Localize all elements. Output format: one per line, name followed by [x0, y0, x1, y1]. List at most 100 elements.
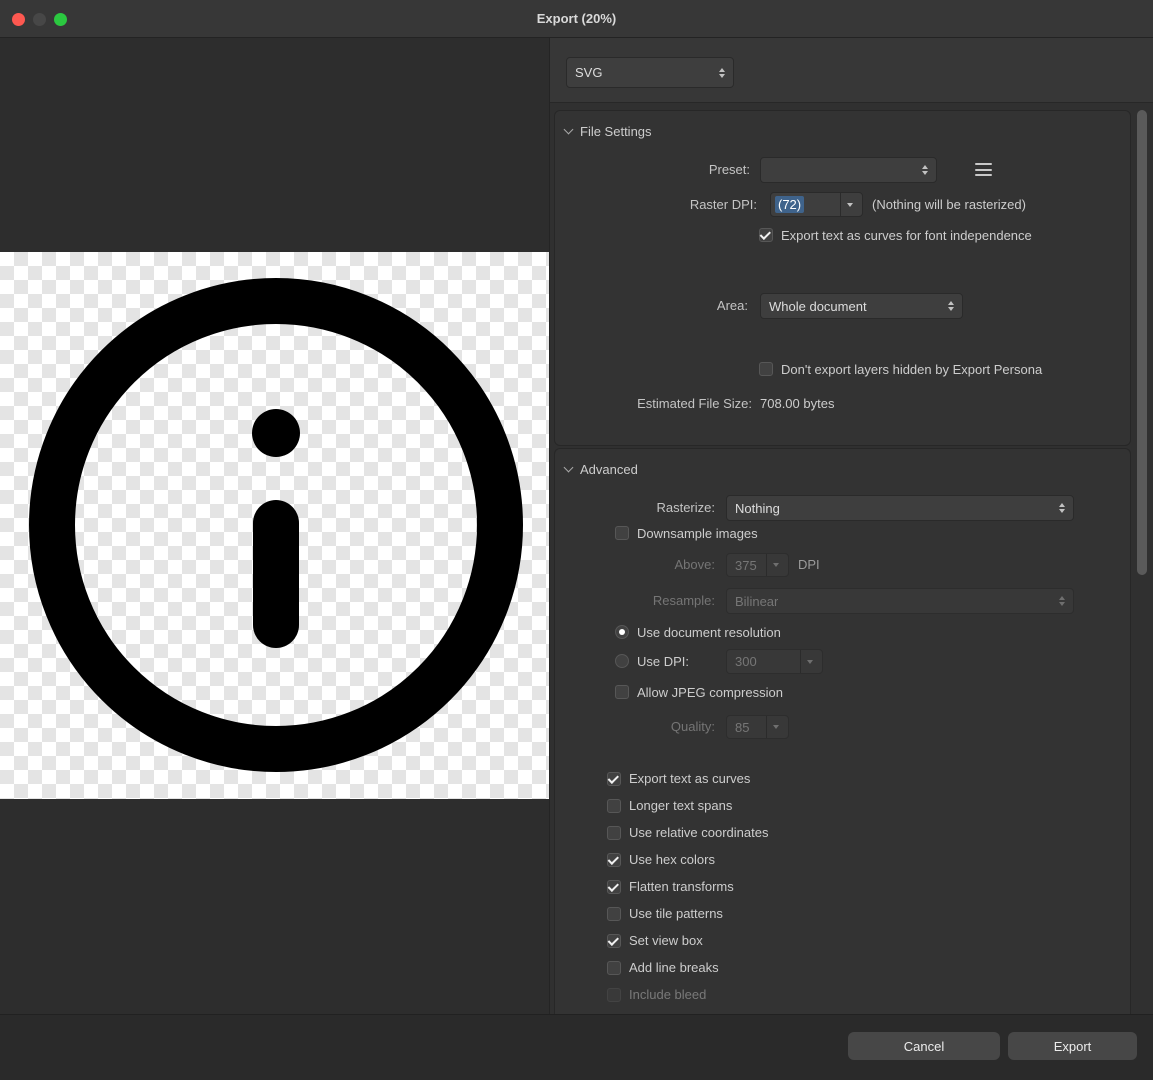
checkbox[interactable] [607, 826, 621, 840]
rasterize-label: Rasterize: [555, 495, 715, 521]
chevron-down-icon[interactable] [840, 193, 858, 216]
radio-label: Use DPI: [637, 654, 689, 669]
checkbox[interactable] [759, 228, 773, 242]
checkbox-label: Use tile patterns [629, 906, 723, 921]
export-text-curves-checkbox-row[interactable]: Export text as curves for font independe… [759, 227, 1032, 243]
hidden-layers-checkbox-row[interactable]: Don't export layers hidden by Export Per… [759, 361, 1042, 377]
option-checkbox-row[interactable]: Export text as curves [607, 765, 768, 792]
svg-options-list: Export text as curves Longer text spans … [607, 765, 768, 1008]
chevron-up-down-icon [715, 68, 729, 78]
checkbox-label: Flatten transforms [629, 879, 734, 894]
estimated-size-value: 708.00 bytes [760, 391, 834, 417]
checkbox[interactable] [607, 799, 621, 813]
resample-label: Resample: [555, 588, 715, 614]
export-button[interactable]: Export [1008, 1032, 1137, 1060]
resample-select-value: Bilinear [735, 594, 778, 609]
checkbox[interactable] [607, 961, 621, 975]
radio-label: Use document resolution [637, 625, 781, 640]
scrollbar-thumb[interactable] [1137, 110, 1147, 575]
export-preview [0, 252, 549, 799]
option-checkbox-row[interactable]: Use tile patterns [607, 900, 768, 927]
rasterize-select-value: Nothing [735, 501, 780, 516]
format-select-value: SVG [575, 65, 602, 80]
checkbox-label: Export text as curves for font independe… [781, 228, 1032, 243]
file-settings-header[interactable]: File Settings [565, 124, 652, 139]
quality-value: 85 [735, 720, 749, 735]
resample-select: Bilinear [726, 588, 1074, 614]
chevron-down-icon [766, 554, 784, 576]
option-checkbox-row[interactable]: Set view box [607, 927, 768, 954]
advanced-panel: Advanced Rasterize: Nothing Downsample i… [554, 448, 1131, 1014]
checkbox-label: Don't export layers hidden by Export Per… [781, 362, 1042, 377]
checkbox[interactable] [607, 772, 621, 786]
checkbox[interactable] [615, 526, 629, 540]
downsample-checkbox-row[interactable]: Downsample images [615, 525, 758, 541]
above-dpi-select: 375 [726, 553, 789, 577]
checkbox[interactable] [607, 934, 621, 948]
raster-dpi-label: Raster DPI: [555, 192, 757, 218]
cancel-button[interactable]: Cancel [848, 1032, 1000, 1060]
area-label: Area: [555, 293, 748, 319]
radio-button[interactable] [615, 625, 629, 639]
checkbox[interactable] [607, 907, 621, 921]
raster-dpi-value: (72) [775, 196, 804, 213]
chevron-up-down-icon [1055, 503, 1069, 513]
disclosure-down-icon [564, 463, 574, 473]
checkbox-label: Downsample images [637, 526, 758, 541]
use-dpi-value: 300 [735, 654, 757, 669]
raster-dpi-note: (Nothing will be rasterized) [872, 192, 1026, 217]
format-select[interactable]: SVG [566, 57, 734, 88]
checkbox[interactable] [607, 853, 621, 867]
dialog-footer: Cancel Export [0, 1014, 1153, 1080]
titlebar: Export (20%) [0, 0, 1153, 38]
quality-select: 85 [726, 715, 789, 739]
checkbox-label: Longer text spans [629, 798, 732, 813]
window-title: Export (20%) [0, 0, 1153, 38]
area-select[interactable]: Whole document [760, 293, 963, 319]
preset-menu-icon[interactable] [975, 163, 992, 176]
file-settings-panel: File Settings Preset: Raster DPI: (72) (… [554, 110, 1131, 446]
preset-select[interactable] [760, 157, 937, 183]
option-checkbox-row[interactable]: Use hex colors [607, 846, 768, 873]
option-checkbox-row[interactable]: Longer text spans [607, 792, 768, 819]
option-checkbox-row[interactable]: Add line breaks [607, 954, 768, 981]
settings-pane: SVG File Settings Preset: Raster DPI: (7… [549, 38, 1153, 1014]
allow-jpeg-checkbox-row[interactable]: Allow JPEG compression [615, 684, 783, 700]
chevron-down-icon [766, 716, 784, 738]
rasterize-select[interactable]: Nothing [726, 495, 1074, 521]
checkbox[interactable] [607, 880, 621, 894]
use-dpi-select: 300 [726, 649, 823, 674]
option-checkbox-row: Include bleed [607, 981, 768, 1008]
chevron-up-down-icon [918, 165, 932, 175]
section-title: Advanced [580, 462, 638, 477]
checkbox-label: Add line breaks [629, 960, 719, 975]
raster-dpi-combo[interactable]: (72) [770, 192, 863, 217]
dpi-unit-label: DPI [798, 552, 820, 578]
option-checkbox-row[interactable]: Use relative coordinates [607, 819, 768, 846]
info-icon-artwork [0, 252, 549, 799]
radio-button[interactable] [615, 654, 629, 668]
checkbox[interactable] [607, 988, 621, 1002]
option-checkbox-row[interactable]: Flatten transforms [607, 873, 768, 900]
preview-pane [0, 38, 549, 1014]
chevron-down-icon [800, 650, 818, 673]
checkbox-label: Allow JPEG compression [637, 685, 783, 700]
preset-label: Preset: [555, 157, 750, 183]
checkbox-label: Export text as curves [629, 771, 750, 786]
checkbox[interactable] [759, 362, 773, 376]
checkbox[interactable] [615, 685, 629, 699]
advanced-header[interactable]: Advanced [565, 462, 638, 477]
checkbox-label: Set view box [629, 933, 703, 948]
above-label: Above: [555, 552, 715, 578]
area-select-value: Whole document [769, 299, 867, 314]
disclosure-down-icon [564, 125, 574, 135]
checkbox-label: Use hex colors [629, 852, 715, 867]
checkbox-label: Use relative coordinates [629, 825, 768, 840]
chevron-up-down-icon [944, 301, 958, 311]
section-title: File Settings [580, 124, 652, 139]
format-bar: SVG [550, 38, 1153, 103]
use-document-resolution-radio-row[interactable]: Use document resolution [615, 624, 781, 640]
checkbox-label: Include bleed [629, 987, 706, 1002]
estimated-size-label: Estimated File Size: [555, 391, 752, 417]
use-dpi-radio-row[interactable]: Use DPI: [615, 653, 689, 669]
